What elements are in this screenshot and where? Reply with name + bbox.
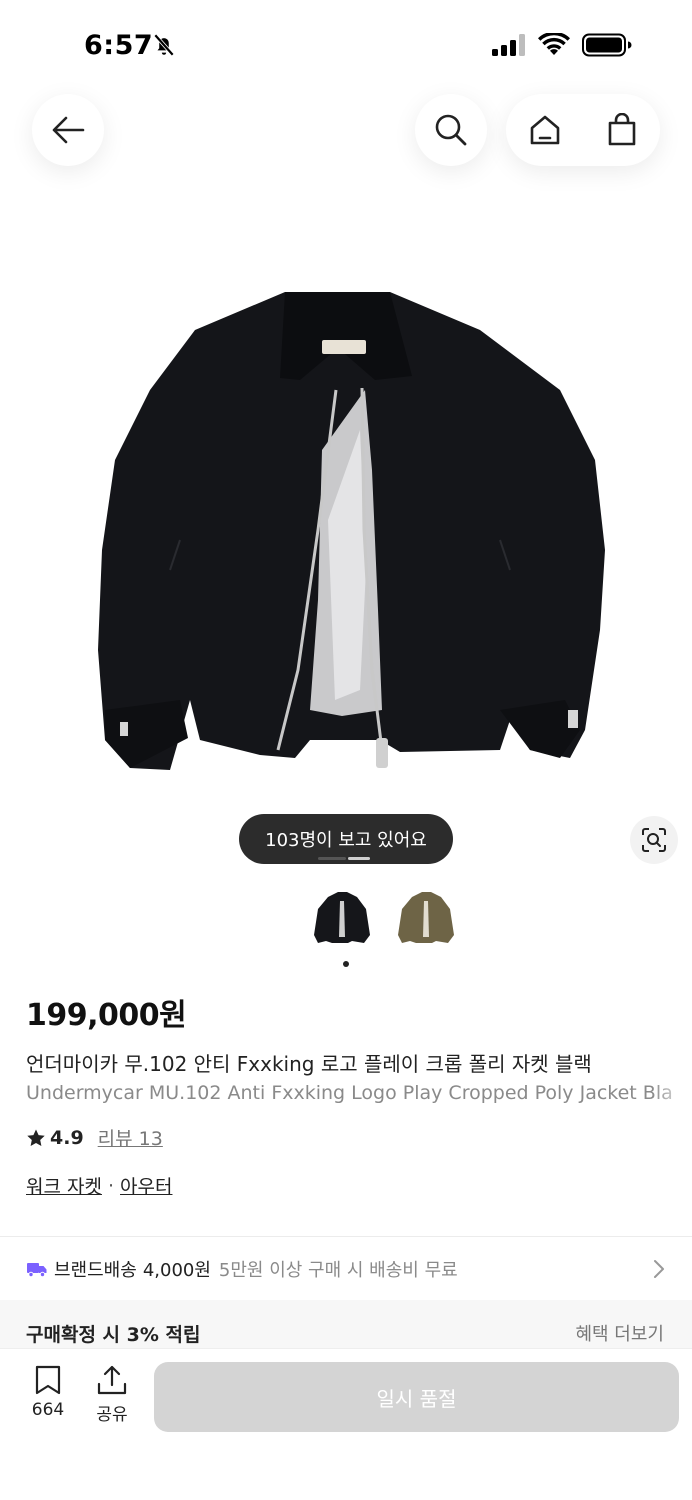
- color-thumbnails: [312, 887, 456, 949]
- bell-off-icon: [153, 33, 175, 57]
- slider-indicator-inactive: [348, 857, 370, 860]
- image-search-button[interactable]: [630, 816, 678, 864]
- slider-indicator-active: [318, 857, 346, 860]
- rating-row: 4.9 리뷰 13: [26, 1124, 163, 1151]
- share-button[interactable]: 공유: [88, 1364, 136, 1425]
- share-icon: [97, 1365, 127, 1395]
- product-image-jacket[interactable]: [60, 270, 630, 790]
- chevron-right-icon: [654, 1260, 664, 1278]
- category-link-work-jacket[interactable]: 워크 자켓: [26, 1172, 102, 1199]
- jacket-thumbnail-khaki: [398, 892, 454, 943]
- truck-icon: [27, 1263, 47, 1278]
- home-icon: [530, 115, 559, 145]
- battery-icon: [582, 33, 632, 57]
- bookmark-icon: [35, 1365, 61, 1395]
- category-link-outer[interactable]: 아우터: [120, 1172, 172, 1199]
- shipping-note: 5만원 이상 구매 시 배송비 무료: [218, 1260, 458, 1281]
- search-button[interactable]: [415, 94, 487, 166]
- jacket-thumbnail-black: [314, 892, 370, 943]
- soldout-button[interactable]: 일시 품절: [154, 1362, 679, 1432]
- home-cart-group: [506, 94, 660, 166]
- lens-search-icon: [642, 828, 666, 852]
- shipping-label: 브랜드배송: [54, 1260, 137, 1281]
- reviews-link[interactable]: 리뷰 13: [98, 1124, 163, 1151]
- bookmark-count: 664: [31, 1400, 65, 1420]
- back-arrow-icon: [52, 116, 85, 144]
- cart-button[interactable]: [583, 113, 660, 147]
- title-fade: [652, 1078, 692, 1108]
- status-bar: 6:57: [0, 0, 692, 90]
- product-title-en: Undermycar MU.102 Anti Fxxking Logo Play…: [26, 1082, 692, 1104]
- search-icon: [435, 114, 467, 146]
- category-breadcrumb: 워크 자켓 · 아우터: [26, 1172, 172, 1199]
- rating-score: 4.9: [50, 1126, 84, 1149]
- category-separator: ·: [107, 1174, 115, 1197]
- cellular-signal-icon: [492, 34, 525, 56]
- product-title-ko: 언더마이카 무.102 안티 Fxxking 로고 플레이 크롭 폴리 자켓 블…: [26, 1052, 592, 1076]
- benefit-more-link[interactable]: 혜택 더보기: [575, 1320, 664, 1346]
- share-label: 공유: [96, 1405, 128, 1425]
- shipping-fee: 4,000원: [142, 1260, 211, 1281]
- shipping-info[interactable]: 브랜드배송 4,000원 5만원 이상 구매 시 배송비 무료: [26, 1256, 458, 1282]
- back-button[interactable]: [32, 94, 104, 166]
- thumbnail-selected-dot: [343, 961, 349, 967]
- shopping-bag-icon: [608, 113, 635, 146]
- status-time: 6:57: [84, 30, 154, 61]
- status-indicators: [492, 33, 632, 57]
- bookmark-button[interactable]: 664: [24, 1364, 72, 1420]
- star-icon: [27, 1129, 45, 1146]
- image-slider-indicator: [318, 857, 372, 860]
- thumbnail-khaki[interactable]: [396, 887, 456, 949]
- divider: [0, 1236, 692, 1237]
- thumbnail-black[interactable]: [312, 887, 372, 949]
- product-title-en-text: Undermycar MU.102 Anti Fxxking Logo Play…: [26, 1082, 673, 1104]
- product-price: 199,000원: [26, 998, 187, 1033]
- wifi-icon: [538, 33, 570, 55]
- benefit-text: 구매확정 시 3% 적립: [26, 1324, 201, 1346]
- home-button[interactable]: [506, 113, 583, 147]
